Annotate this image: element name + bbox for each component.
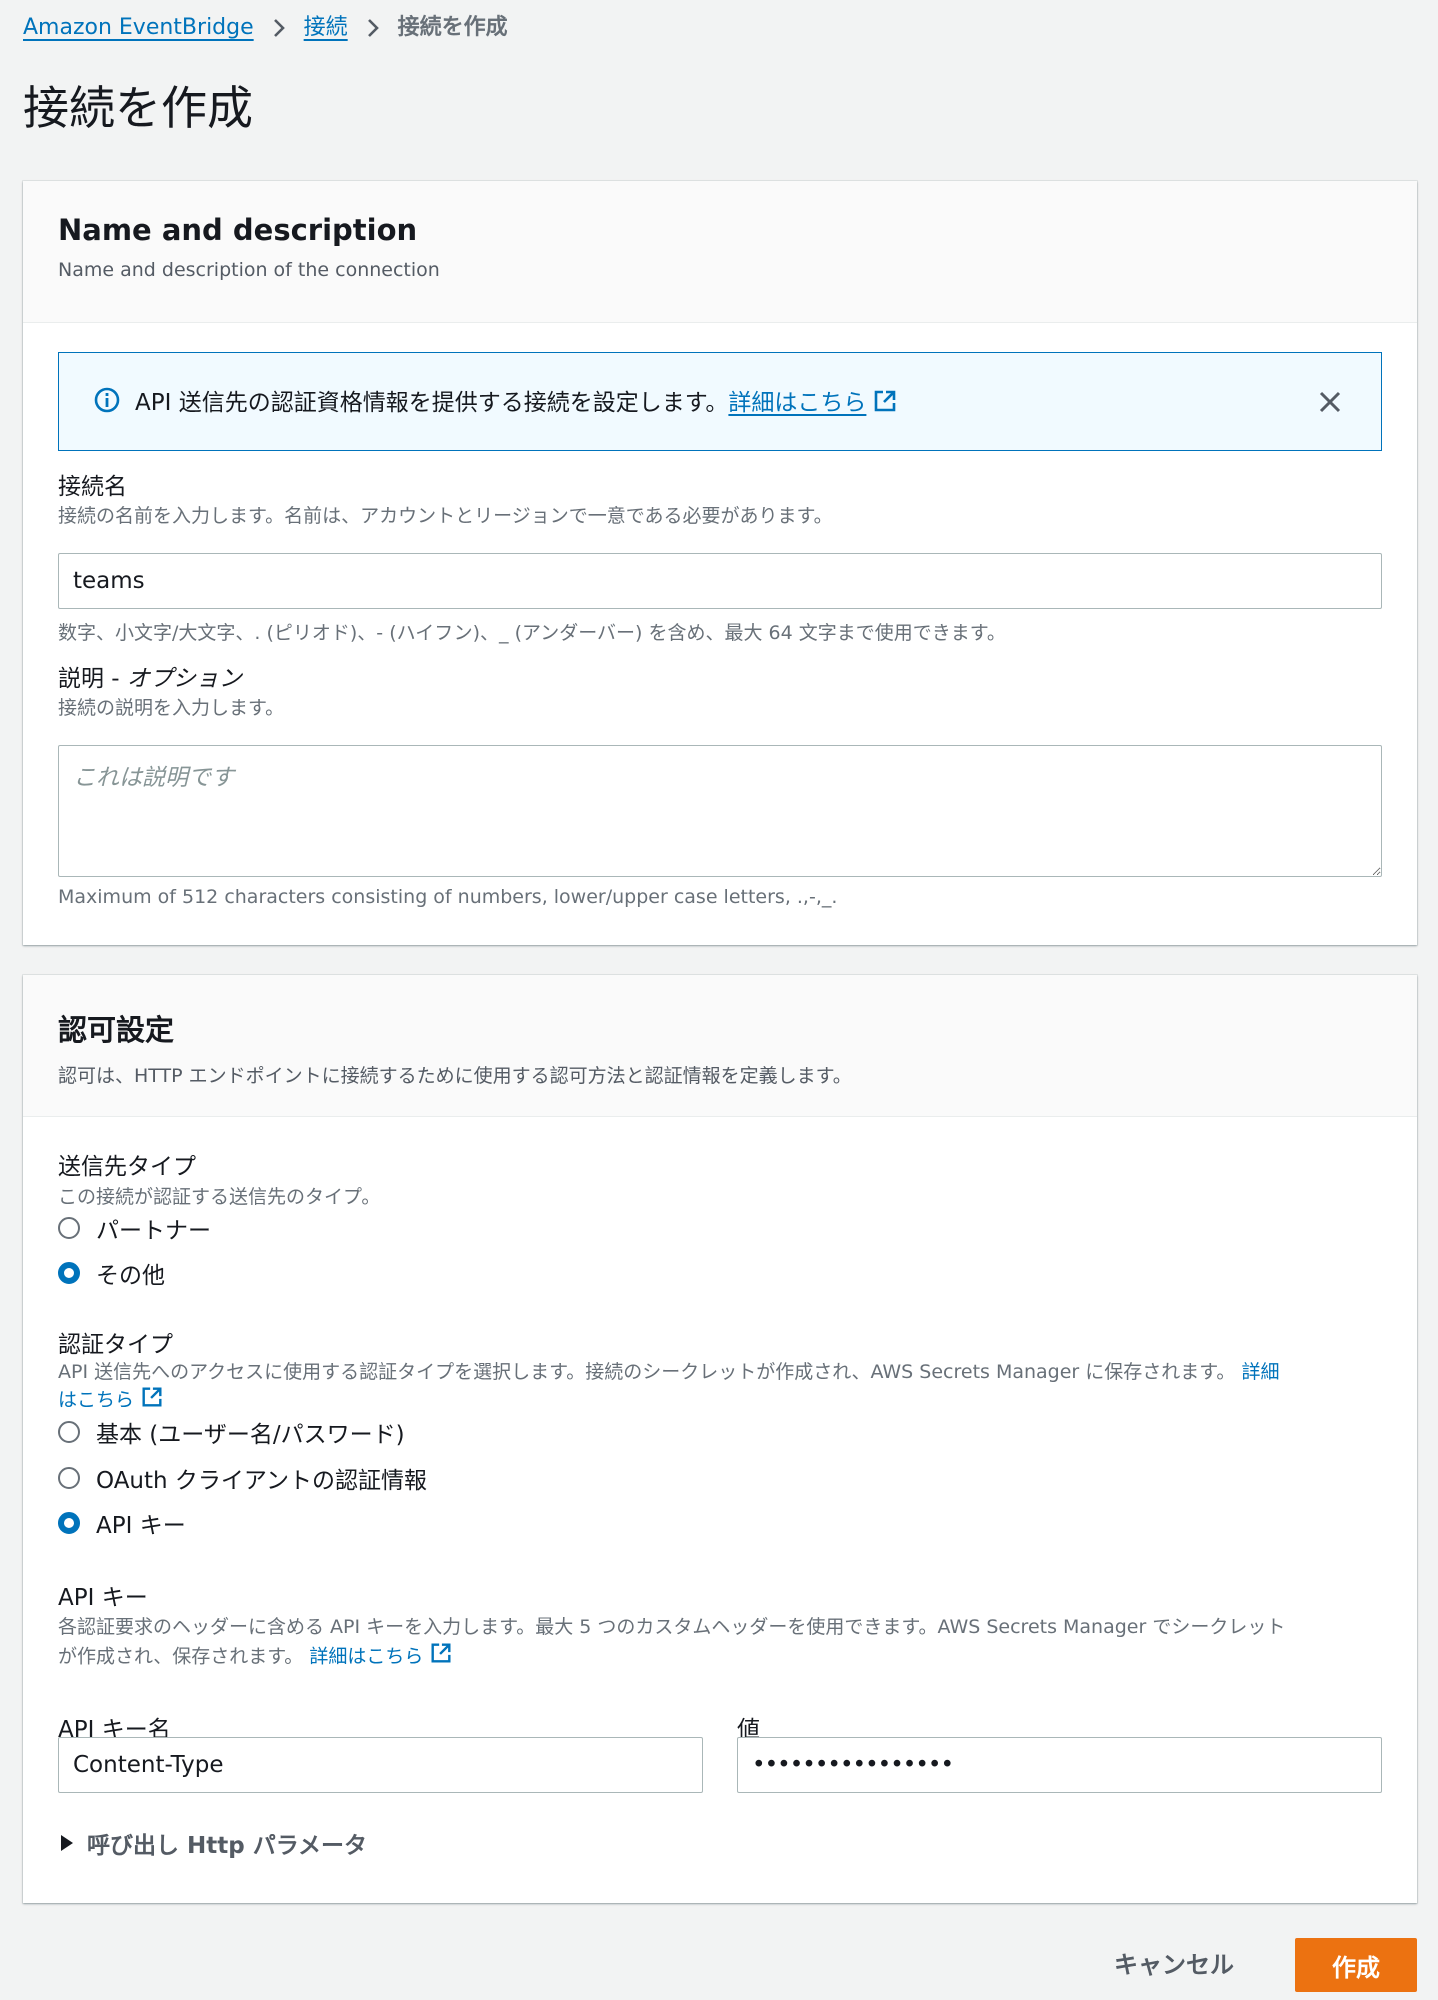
panel-header: 認可設定 認可は、HTTP エンドポイントに接続するために使用する認可方法と認証… <box>23 975 1417 1117</box>
api-key-learn-more-link[interactable]: 詳細はこちら <box>309 1646 423 1668</box>
auth-type-learn-more-link[interactable]: 詳細 <box>1241 1361 1279 1383</box>
panel-title: 認可設定 <box>58 1013 175 1047</box>
page-title: 接続を作成 <box>23 81 253 135</box>
destination-type-label: 送信先タイプ <box>58 1154 196 1180</box>
external-link-icon[interactable] <box>872 388 898 420</box>
caret-right-icon <box>61 1835 73 1851</box>
api-key-description-line1: 各認証要求のヘッダーに含める API キーを入力します。最大 5 つのカスタムヘ… <box>58 1616 1286 1638</box>
chevron-right-icon <box>272 18 286 38</box>
radio-label: API キー <box>96 1513 186 1539</box>
close-icon[interactable] <box>1313 385 1347 419</box>
description-label-text: 説明 - <box>58 666 127 692</box>
description-label: 説明 - オプション <box>58 659 242 693</box>
api-key-name-input[interactable] <box>58 1737 703 1793</box>
name-description-panel: Name and description Name and descriptio… <box>23 181 1417 945</box>
info-alert-text: API 送信先の認証資格情報を提供する接続を設定します。詳細はこちら <box>135 383 898 420</box>
radio-basic[interactable]: 基本 (ユーザー名/パスワード) <box>58 1416 405 1448</box>
radio-label: パートナー <box>96 1218 211 1244</box>
panel-description: Name and description of the connection <box>58 259 440 281</box>
info-alert: API 送信先の認証資格情報を提供する接続を設定します。詳細はこちら <box>58 352 1382 451</box>
radio-button-selected[interactable] <box>58 1262 80 1284</box>
description-constraint: Maximum of 512 characters consisting of … <box>58 886 838 908</box>
api-key-description: 各認証要求のヘッダーに含める API キーを入力します。最大 5 つのカスタムヘ… <box>58 1613 1398 1673</box>
cancel-button[interactable]: キャンセル <box>1108 1944 1240 1981</box>
radio-api-key[interactable]: API キー <box>58 1507 186 1539</box>
external-link-icon[interactable] <box>429 1641 453 1673</box>
auth-type-description: API 送信先へのアクセスに使用する認証タイプを選択します。接続のシークレットが… <box>58 1359 1398 1416</box>
radio-oauth[interactable]: OAuth クライアントの認証情報 <box>58 1462 427 1494</box>
breadcrumb-eventbridge[interactable]: Amazon EventBridge <box>23 12 254 44</box>
connection-name-constraint: 数字、小文字/大文字、. (ピリオド)、- (ハイフン)、_ (アンダーバー) … <box>58 622 1006 644</box>
http-parameters-label: 呼び出し Http パラメータ <box>87 1833 368 1859</box>
connection-name-description: 接続の名前を入力します。名前は、アカウントとリージョンで一意である必要があります… <box>58 505 833 527</box>
info-alert-message: API 送信先の認証資格情報を提供する接続を設定します。 <box>135 390 729 417</box>
external-link-icon[interactable] <box>140 1385 164 1416</box>
radio-label: その他 <box>96 1263 165 1289</box>
breadcrumb-connections[interactable]: 接続 <box>304 12 348 44</box>
auth-type-learn-more-link-cont[interactable]: はこちら <box>58 1389 134 1411</box>
radio-button[interactable] <box>58 1421 80 1443</box>
optional-label: オプション <box>126 666 242 692</box>
auth-type-description-text: API 送信先へのアクセスに使用する認証タイプを選択します。接続のシークレットが… <box>58 1361 1236 1383</box>
description-textarea[interactable] <box>58 745 1382 877</box>
info-icon <box>93 386 121 418</box>
radio-label: OAuth クライアントの認証情報 <box>96 1468 427 1494</box>
connection-name-input[interactable] <box>58 553 1382 609</box>
radio-button[interactable] <box>58 1217 80 1239</box>
api-key-value-input[interactable] <box>737 1737 1382 1793</box>
breadcrumb: Amazon EventBridge 接続 接続を作成 <box>23 12 508 44</box>
radio-other[interactable]: その他 <box>58 1257 165 1289</box>
destination-type-description: この接続が認証する送信先のタイプ。 <box>58 1186 381 1208</box>
chevron-right-icon <box>366 18 380 38</box>
description-field-description: 接続の説明を入力します。 <box>58 697 285 719</box>
radio-button[interactable] <box>58 1467 80 1489</box>
auth-type-label: 認証タイプ <box>58 1332 173 1358</box>
http-parameters-expander[interactable]: 呼び出し Http パラメータ <box>61 1826 367 1860</box>
connection-name-label: 接続名 <box>58 474 127 500</box>
panel-header: Name and description Name and descriptio… <box>23 181 1417 323</box>
panel-title: Name and description <box>58 213 418 247</box>
radio-label: 基本 (ユーザー名/パスワード) <box>96 1422 405 1448</box>
create-button[interactable]: 作成 <box>1295 1938 1417 1992</box>
panel-description: 認可は、HTTP エンドポイントに接続するために使用する認可方法と認証情報を定義… <box>58 1065 852 1087</box>
authorization-panel: 認可設定 認可は、HTTP エンドポイントに接続するために使用する認可方法と認証… <box>23 975 1417 1903</box>
radio-partner[interactable]: パートナー <box>58 1212 211 1244</box>
learn-more-link[interactable]: 詳細はこちら <box>728 390 866 416</box>
breadcrumb-current: 接続を作成 <box>397 15 508 40</box>
radio-button-selected[interactable] <box>58 1512 80 1534</box>
api-key-label: API キー <box>58 1585 148 1611</box>
api-key-description-line2: が作成され、保存されます。 <box>58 1645 304 1668</box>
